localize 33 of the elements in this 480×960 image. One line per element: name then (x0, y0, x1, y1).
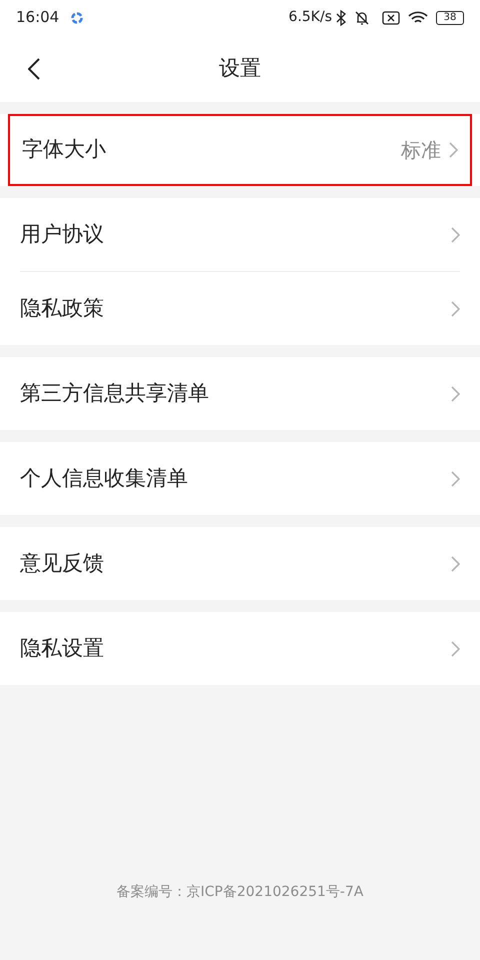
battery-indicator: 38 (436, 10, 464, 24)
chevron-right-icon (449, 142, 458, 158)
back-icon (28, 58, 40, 80)
chevron-right-icon (451, 300, 460, 316)
chevron-right-icon (451, 386, 460, 402)
settings-row[interactable]: 隐私政策 (0, 272, 480, 345)
icp-record-text: 备案编号：京ICP备2021026251号-7A (116, 883, 364, 902)
sim-icon (382, 10, 400, 24)
chevron-right-icon (451, 640, 460, 656)
settings-row[interactable]: 第三方信息共享清单 (0, 357, 480, 430)
settings-row[interactable]: 个人信息收集清单 (0, 442, 480, 515)
row-label: 个人信息收集清单 (20, 464, 189, 492)
row-value: 标准 (401, 137, 441, 164)
row-label: 用户协议 (20, 220, 105, 248)
bluetooth-icon (336, 10, 346, 26)
bell-muted-icon (354, 10, 370, 26)
settings-row[interactable]: 意见反馈 (0, 527, 480, 600)
settings-row[interactable]: 隐私设置 (0, 612, 480, 685)
page-title: 设置 (219, 54, 261, 82)
row-label: 意见反馈 (20, 550, 105, 577)
row-label: 隐私政策 (20, 294, 105, 322)
settings-row[interactable]: 字体大小 标准 (8, 114, 472, 186)
settings-row[interactable]: 用户协议 (0, 198, 480, 271)
row-label: 第三方信息共享清单 (20, 380, 210, 407)
chevron-right-icon (451, 556, 460, 572)
app-logo-icon (71, 12, 84, 24)
row-label: 字体大小 (22, 136, 107, 164)
network-speed: 6.5K/s (288, 8, 332, 27)
wifi-icon (408, 10, 428, 24)
chevron-right-icon (451, 226, 460, 242)
chevron-right-icon (451, 470, 460, 486)
row-label: 隐私设置 (20, 634, 105, 662)
status-time: 16:04 (16, 7, 60, 28)
